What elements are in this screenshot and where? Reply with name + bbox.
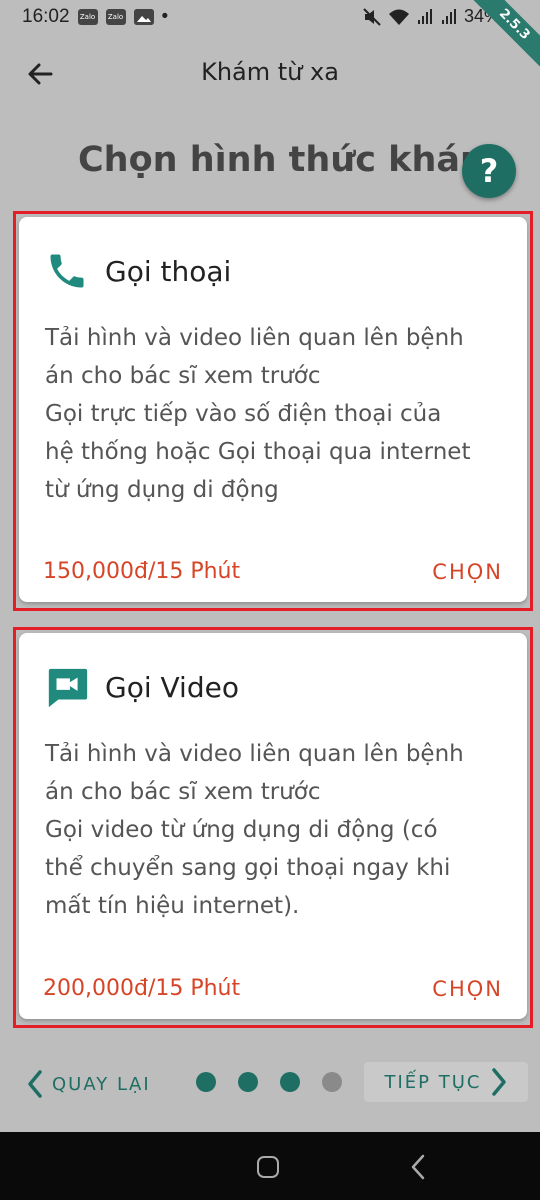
choose-video-button[interactable]: CHỌN — [432, 977, 503, 1001]
description-line: án cho bác sĩ xem trước — [45, 363, 321, 389]
step-dot-active — [196, 1072, 216, 1092]
description-line: hệ thống hoặc Gọi thoại qua internet — [45, 439, 471, 465]
option-card-video[interactable]: Gọi Video Tải hình và video liên quan lê… — [19, 633, 527, 1019]
card-description: Tải hình và video liên quan lên bệnh án … — [45, 319, 507, 509]
description-line: Tải hình và video liên quan lên bệnh — [45, 325, 464, 351]
description-line: mất tín hiệu internet). — [45, 893, 300, 919]
app-title: Khám từ xa — [201, 58, 339, 86]
card-title: Gọi Video — [105, 671, 239, 704]
status-right: 34% — [362, 6, 500, 27]
option-card-voice[interactable]: Gọi thoại Tải hình và video liên quan lê… — [19, 217, 527, 602]
wifi-icon — [388, 9, 409, 25]
step-dot-active — [238, 1072, 258, 1092]
status-left: 16:02 Zalo Zalo • — [22, 6, 168, 28]
app-bar: Khám từ xa — [0, 34, 540, 114]
card-highlight-frame: Gọi Video Tải hình và video liên quan lê… — [13, 627, 533, 1028]
video-chat-icon — [45, 665, 91, 715]
zalo-icon: Zalo — [77, 9, 98, 25]
image-icon — [133, 9, 154, 25]
step-navigation: QUAY LẠI TIẾP TỤC — [0, 1060, 540, 1106]
card-highlight-frame: Gọi thoại Tải hình và video liên quan lê… — [13, 211, 533, 611]
card-title: Gọi thoại — [105, 255, 232, 288]
zalo-icon: Zalo — [105, 9, 126, 25]
previous-step-label: QUAY LẠI — [52, 1073, 151, 1095]
step-indicator — [196, 1072, 342, 1092]
notification-dot: • — [161, 6, 169, 27]
signal-icon — [441, 8, 456, 24]
signal-icon — [417, 8, 432, 24]
home-button-icon[interactable] — [257, 1156, 279, 1178]
step-dot-inactive — [322, 1072, 342, 1092]
mute-icon — [363, 7, 381, 26]
card-price: 200,000đ/15 Phút — [43, 976, 241, 1001]
help-button[interactable]: ? — [462, 144, 516, 198]
choose-voice-button[interactable]: CHỌN — [432, 560, 503, 584]
description-line: Gọi trực tiếp vào số điện thoại của — [45, 401, 442, 427]
page-title: Chọn hình thức khám — [78, 140, 497, 180]
step-dot-active — [280, 1072, 300, 1092]
next-step-label: TIẾP TỤC — [384, 1071, 482, 1093]
card-price: 150,000đ/15 Phút — [43, 559, 241, 584]
description-line: thể chuyển sang gọi thoại ngay khi — [45, 855, 451, 881]
status-time: 16:02 — [22, 6, 70, 27]
phone-icon — [45, 249, 89, 297]
system-back-icon[interactable] — [410, 1154, 426, 1184]
next-step-button[interactable]: TIẾP TỤC — [364, 1062, 528, 1102]
system-navigation-bar — [0, 1132, 540, 1200]
description-line: Gọi video từ ứng dụng di động (có — [45, 817, 438, 843]
previous-step-button[interactable]: QUAY LẠI — [26, 1066, 151, 1102]
card-description: Tải hình và video liên quan lên bệnh án … — [45, 735, 507, 925]
description-line: từ ứng dụng di động — [45, 477, 279, 503]
description-line: Tải hình và video liên quan lên bệnh — [45, 741, 464, 767]
description-line: án cho bác sĩ xem trước — [45, 779, 321, 805]
chevron-left-icon — [28, 1070, 42, 1098]
chevron-right-icon — [491, 1068, 506, 1096]
status-bar: 16:02 Zalo Zalo • 34% 2.5.3 — [0, 0, 540, 76]
